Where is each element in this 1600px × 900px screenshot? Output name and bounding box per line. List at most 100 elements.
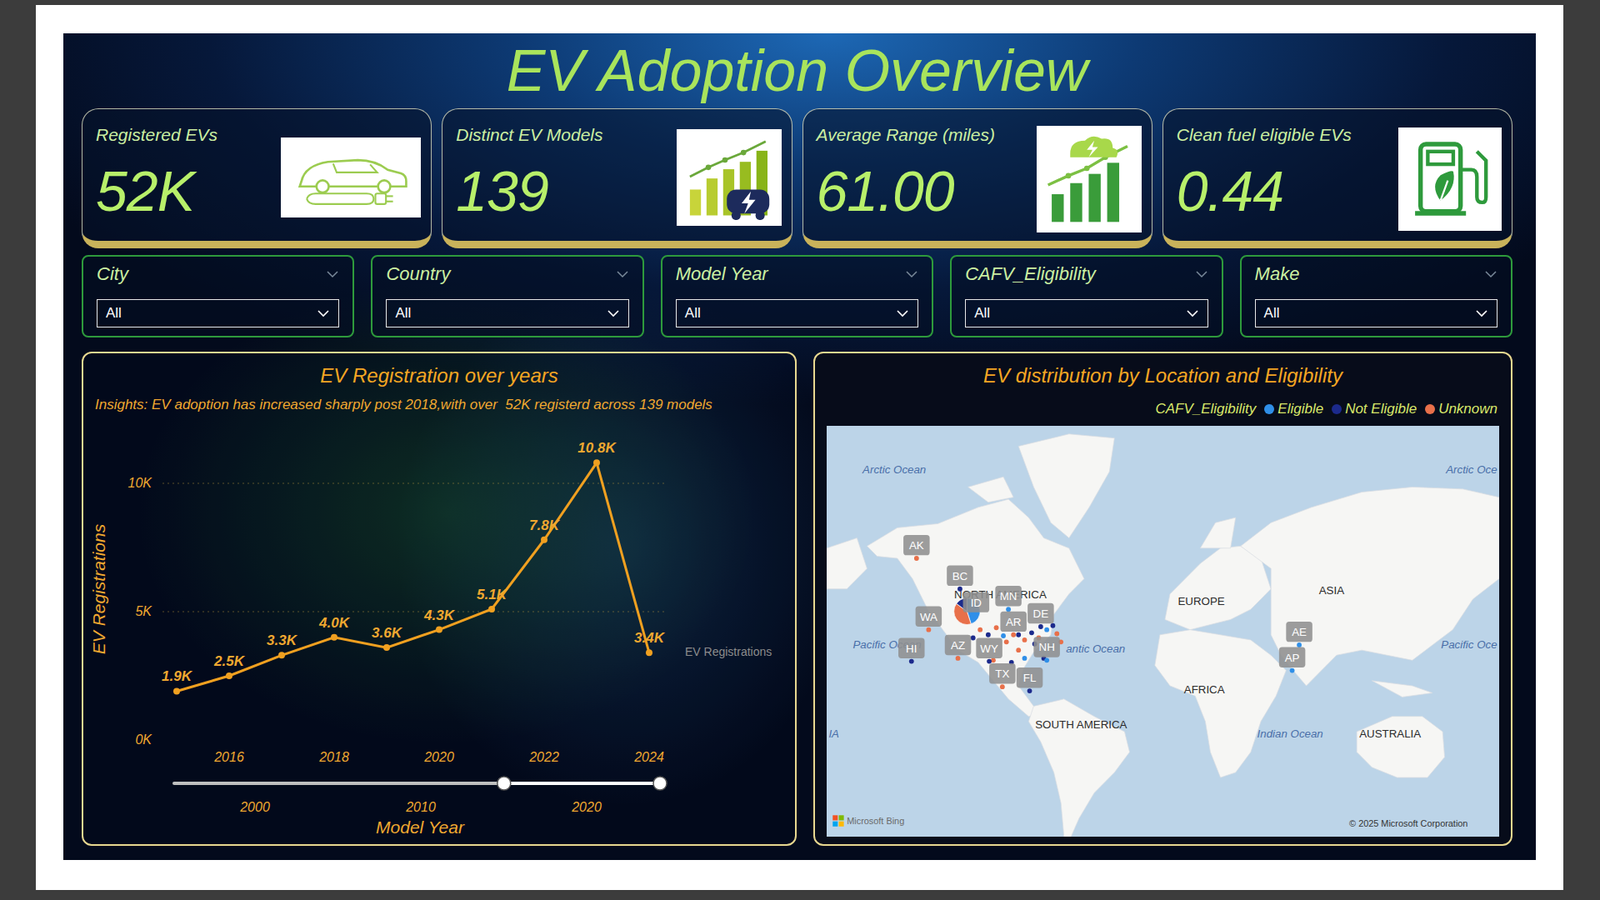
data-label: 2.5K xyxy=(213,653,246,670)
x-tick: 2020 xyxy=(423,750,455,765)
location-label[interactable]: AZ xyxy=(945,635,972,655)
australia-land xyxy=(1356,716,1445,778)
map-point[interactable] xyxy=(990,657,996,663)
svg-text:HI: HI xyxy=(905,642,917,655)
y-tick: 5K xyxy=(135,604,153,619)
data-point[interactable] xyxy=(278,651,285,659)
data-point[interactable] xyxy=(383,644,390,651)
location-label[interactable]: WY xyxy=(975,637,1003,658)
microsoft-logo-icon xyxy=(832,815,844,826)
location-label[interactable]: BC xyxy=(946,565,974,586)
map-point[interactable] xyxy=(1004,639,1010,645)
location-point[interactable] xyxy=(986,659,992,665)
y-tick: 0K xyxy=(135,732,153,747)
map-point[interactable] xyxy=(985,632,991,638)
data-point[interactable] xyxy=(225,672,233,680)
map-point[interactable] xyxy=(1000,633,1006,639)
slicer-dropdown[interactable]: All xyxy=(96,299,340,328)
africa-land xyxy=(1155,630,1287,778)
data-point[interactable] xyxy=(593,459,600,466)
location-point[interactable] xyxy=(1290,668,1295,674)
legend-item[interactable]: Not Eligible xyxy=(1331,400,1417,419)
location-point[interactable] xyxy=(1296,642,1302,648)
location-point[interactable] xyxy=(1000,684,1005,690)
location-point[interactable] xyxy=(1005,606,1011,612)
location-label[interactable]: WA xyxy=(915,606,943,627)
slicer-dropdown[interactable]: All xyxy=(1255,299,1498,328)
location-label[interactable]: AK xyxy=(903,535,930,555)
data-label: 5.1K xyxy=(476,586,509,603)
map-point[interactable] xyxy=(977,627,983,633)
slicer: Make All xyxy=(1240,255,1513,338)
chevron-icon[interactable] xyxy=(1484,270,1498,279)
location-point[interactable] xyxy=(1038,624,1044,630)
map-point[interactable] xyxy=(1015,632,1021,638)
location-label[interactable]: NH xyxy=(1033,636,1060,657)
svg-text:AR: AR xyxy=(1005,615,1022,629)
kpi-value: 61.00 xyxy=(816,162,995,220)
location-point[interactable] xyxy=(955,655,961,661)
chevron-icon[interactable] xyxy=(905,270,919,279)
location-label[interactable]: MN xyxy=(995,585,1022,606)
chevron-icon[interactable] xyxy=(1195,270,1209,279)
slicer-dropdown[interactable]: All xyxy=(675,299,919,328)
dashboard-title-bar: EV Adoption Overview xyxy=(81,33,1513,109)
x-tick: 2018 xyxy=(318,750,350,765)
location-label[interactable]: AP xyxy=(1279,646,1306,667)
kpi-icon-box xyxy=(676,129,782,226)
location-label[interactable]: HI xyxy=(898,637,925,658)
location-label[interactable]: TX xyxy=(989,663,1016,684)
map-point[interactable] xyxy=(970,635,976,641)
location-point[interactable] xyxy=(1010,632,1016,638)
continent-label: SOUTH AMERICA xyxy=(1035,718,1127,731)
location-point[interactable] xyxy=(1044,657,1050,663)
chevron-icon[interactable] xyxy=(615,270,630,279)
map-point[interactable] xyxy=(994,625,1000,630)
map-point[interactable] xyxy=(1054,631,1060,637)
slicer-label: CAFV_Eligibility xyxy=(965,263,1096,285)
svg-text:MN: MN xyxy=(1000,590,1018,603)
map-point[interactable] xyxy=(1029,630,1035,635)
x-tick: 2024 xyxy=(633,750,665,765)
location-label[interactable]: AR xyxy=(1000,611,1027,632)
legend-label: Eligible xyxy=(1277,400,1324,419)
map-point[interactable] xyxy=(1022,655,1028,661)
map-point[interactable] xyxy=(1050,623,1056,629)
location-label[interactable]: FL xyxy=(1016,667,1044,688)
location-point[interactable] xyxy=(909,659,915,665)
kpi-cards: Registered EVs52KDistinct EV Models139Av… xyxy=(81,108,1513,249)
legend-item[interactable]: Unknown xyxy=(1425,400,1498,419)
location-label[interactable]: ID xyxy=(963,591,990,612)
slicer-dropdown[interactable]: All xyxy=(965,299,1208,328)
map-point[interactable] xyxy=(1022,637,1028,643)
location-point[interactable] xyxy=(957,586,963,592)
data-point[interactable] xyxy=(435,626,443,634)
slicer-dropdown[interactable]: All xyxy=(385,299,629,328)
svg-text:WA: WA xyxy=(920,610,938,624)
chevron-icon[interactable] xyxy=(325,270,340,279)
map-title: EV distribution by Location and Eligibil… xyxy=(815,353,1511,389)
data-point[interactable] xyxy=(330,634,338,641)
location-point[interactable] xyxy=(914,555,920,561)
world-map[interactable]: Arctic OceanArctic OcePacific Oceanantic… xyxy=(826,425,1500,837)
map-point[interactable] xyxy=(1015,647,1021,653)
data-point[interactable] xyxy=(645,649,653,656)
slider-start-handle[interactable] xyxy=(497,776,511,790)
growth-chart-ev-icon xyxy=(1042,132,1135,227)
series-label: EV Registrations xyxy=(685,645,772,659)
slicer: CityAll xyxy=(81,255,355,338)
data-point[interactable] xyxy=(173,687,180,695)
legend-item[interactable]: Eligible xyxy=(1264,400,1324,419)
location-point[interactable] xyxy=(925,627,931,633)
slider-end-handle[interactable] xyxy=(653,776,667,790)
location-point[interactable] xyxy=(1027,688,1033,694)
data-label: 3.4K xyxy=(634,630,666,646)
data-point[interactable] xyxy=(540,536,548,544)
chevron-down-icon xyxy=(1185,309,1200,318)
location-label[interactable]: DE xyxy=(1027,603,1055,624)
location-label[interactable]: AE xyxy=(1285,621,1313,642)
map-panel: EV distribution by Location and Eligibil… xyxy=(813,351,1513,846)
data-point[interactable] xyxy=(488,605,495,613)
map-point[interactable] xyxy=(1044,627,1050,633)
slicer-label: Make xyxy=(1255,263,1300,285)
